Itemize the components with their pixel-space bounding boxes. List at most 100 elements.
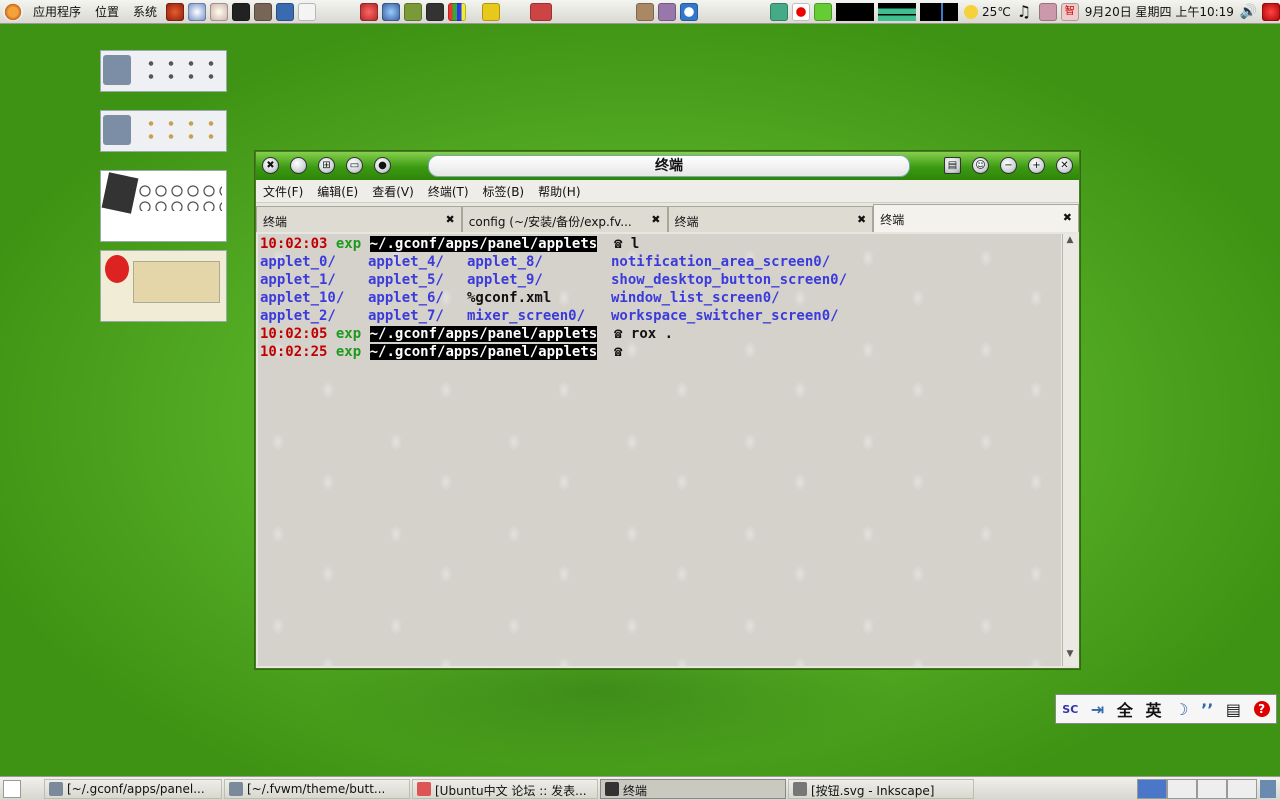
clock[interactable]: 9月20日 星期四 上午10:19 — [1081, 3, 1238, 20]
workspace-3[interactable] — [1197, 778, 1227, 799]
ubuntu-logo-icon[interactable] — [3, 2, 23, 21]
tab-4[interactable]: 终端 ✖ — [873, 204, 1079, 232]
cpu-monitor[interactable] — [836, 2, 875, 21]
punctuation-icon[interactable]: ’’ — [1201, 700, 1213, 719]
workspace-preview-1[interactable] — [100, 50, 227, 92]
task-terminal-active[interactable]: 终端 — [600, 778, 786, 799]
prompt-line-3: 10:02:25 exp ~/.gconf/apps/panel/applets… — [260, 344, 623, 360]
panel-launcher-icon[interactable] — [530, 2, 553, 21]
tab-2[interactable]: config (~/安装/备份/exp.fv... ✖ — [461, 206, 668, 232]
listing-row-2: applet_1/applet_5/applet_9/show_desktop_… — [260, 272, 848, 288]
flower-launcher-icon[interactable] — [360, 2, 379, 21]
menu-tabs[interactable]: 标签(B) — [476, 183, 532, 200]
listing-row-4: applet_2/applet_7/mixer_screen0/workspac… — [260, 308, 839, 324]
tab-close-icon[interactable]: ✖ — [857, 213, 866, 226]
tab-label: 终端 — [263, 215, 288, 229]
help-icon[interactable]: ? — [1253, 701, 1270, 717]
listing-row-3: applet_10/applet_6/%gconf.xml window_list… — [260, 290, 780, 306]
workspace-preview-4[interactable] — [100, 250, 227, 322]
power-icon[interactable] — [1261, 2, 1280, 21]
document-launcher-icon[interactable] — [298, 2, 317, 21]
volume-icon[interactable]: 🔊 — [1240, 3, 1258, 21]
tab-1[interactable]: 终端 ✖ — [256, 206, 462, 232]
update-launcher-icon[interactable] — [680, 2, 699, 21]
menu-help[interactable]: 帮助(H) — [531, 183, 587, 200]
menu-terminal[interactable]: 终端(T) — [421, 183, 476, 200]
prompt-line-1: 10:02:03 exp ~/.gconf/apps/panel/applets… — [260, 236, 640, 252]
network-launcher-icon[interactable] — [382, 2, 401, 21]
list-icon[interactable]: ▤ — [1226, 700, 1241, 719]
tab-label: 终端 — [880, 213, 905, 227]
tab-close-icon[interactable]: ✖ — [651, 213, 660, 226]
terminal-launcher-icon[interactable] — [232, 2, 251, 21]
tab-3[interactable]: 终端 ✖ — [667, 206, 874, 232]
stick-button[interactable] — [290, 157, 307, 174]
workspace-preview-2[interactable] — [100, 110, 227, 152]
phone-icon: ☎ — [614, 344, 623, 360]
windows-launcher-icon[interactable] — [448, 2, 467, 21]
figure-launcher-icon[interactable] — [636, 2, 655, 21]
task-terminal-fvwm[interactable]: [~/.fvwm/theme/butt... — [224, 778, 410, 799]
weather-temperature[interactable]: 25℃ — [978, 5, 1015, 19]
tab-label: 终端 — [674, 215, 699, 229]
camera-launcher-icon[interactable] — [426, 2, 445, 21]
layer-button[interactable]: ⊞ — [318, 157, 335, 174]
scroll-track[interactable] — [1063, 246, 1077, 648]
fullwidth-toggle[interactable]: 全 — [1117, 697, 1133, 721]
maximize-button[interactable]: + — [1028, 157, 1045, 174]
scroll-down-icon[interactable]: ▼ — [1063, 648, 1077, 660]
sun-weather-icon — [964, 4, 979, 19]
task-firefox-forum[interactable]: [Ubuntu中文 论坛 :: 发表... — [412, 778, 598, 799]
scroll-up-icon[interactable]: ▲ — [1063, 234, 1077, 246]
workspace-1[interactable] — [1137, 778, 1167, 799]
scrollbar[interactable]: ▲ ▼ — [1062, 234, 1077, 666]
language-toggle[interactable]: 英 — [1146, 697, 1162, 721]
screenshot-button[interactable]: ▤ — [944, 157, 961, 174]
title-bar[interactable]: ✖ ⊞ ▭ ● 终端 ▤ ☺ − + ✕ — [256, 152, 1079, 180]
music-note-icon[interactable]: ♫ — [1017, 2, 1035, 21]
phone-icon: ☎ — [614, 326, 623, 342]
browser-launcher-icon[interactable] — [166, 2, 185, 21]
tab-bar: 终端 ✖ config (~/安装/备份/exp.fv... ✖ 终端 ✖ 终端 ✖ — [256, 204, 1079, 232]
notes-tray-icon[interactable] — [1038, 2, 1057, 21]
workspace-4[interactable] — [1227, 778, 1257, 799]
task-terminal-gconf[interactable]: [~/.gconf/apps/panel... — [44, 778, 222, 799]
terminal-output[interactable]: 10:02:03 exp ~/.gconf/apps/panel/applets… — [258, 234, 1061, 666]
task-inkscape[interactable]: [按钮.svg - Inkscape] — [788, 778, 974, 799]
menu-system[interactable]: 系统 — [126, 3, 164, 20]
box-launcher-icon[interactable] — [482, 2, 501, 21]
settings-launcher-icon[interactable] — [210, 2, 229, 21]
window-menu-button[interactable]: ✖ — [262, 157, 279, 174]
menu-places[interactable]: 位置 — [88, 3, 126, 20]
record-tray-icon[interactable] — [792, 2, 811, 21]
tab-close-icon[interactable]: ✖ — [446, 213, 455, 226]
leaf-tray-icon[interactable] — [770, 2, 789, 21]
show-desktop-icon[interactable] — [3, 779, 21, 798]
scim-logo-icon[interactable]: SC — [1062, 703, 1078, 716]
image-launcher-icon[interactable] — [254, 2, 273, 21]
workspace-2[interactable] — [1167, 778, 1197, 799]
menu-applications[interactable]: 应用程序 — [26, 3, 88, 20]
notebook-launcher-icon[interactable] — [404, 2, 423, 21]
close-button[interactable]: ✕ — [1056, 157, 1073, 174]
minimize-button[interactable]: − — [1000, 157, 1017, 174]
memory-monitor[interactable] — [878, 2, 917, 21]
shade-button[interactable]: ▭ — [346, 157, 363, 174]
globe-launcher-icon[interactable] — [188, 2, 207, 21]
focus-button[interactable]: ● — [374, 157, 391, 174]
moon-icon[interactable]: ☽ — [1174, 700, 1188, 719]
smile-button[interactable]: ☺ — [972, 157, 989, 174]
pin-icon[interactable]: ⇥ — [1091, 700, 1104, 719]
android-tray-icon[interactable] — [814, 2, 833, 21]
tab-close-icon[interactable]: ✖ — [1063, 211, 1072, 224]
mascot-launcher-icon[interactable] — [658, 2, 677, 21]
input-method-toolbar: SC ⇥ 全 英 ☽ ’’ ▤ ? — [1055, 694, 1277, 724]
workspace-preview-3[interactable] — [100, 170, 227, 242]
menu-view[interactable]: 查看(V) — [365, 183, 421, 200]
menu-file[interactable]: 文件(F) — [256, 183, 310, 200]
network-monitor[interactable] — [920, 2, 959, 21]
menu-edit[interactable]: 编辑(E) — [310, 183, 365, 200]
gear-launcher-icon[interactable] — [276, 2, 295, 21]
trash-icon[interactable] — [1260, 779, 1276, 798]
input-method-tray-icon[interactable]: 智 — [1060, 2, 1079, 21]
